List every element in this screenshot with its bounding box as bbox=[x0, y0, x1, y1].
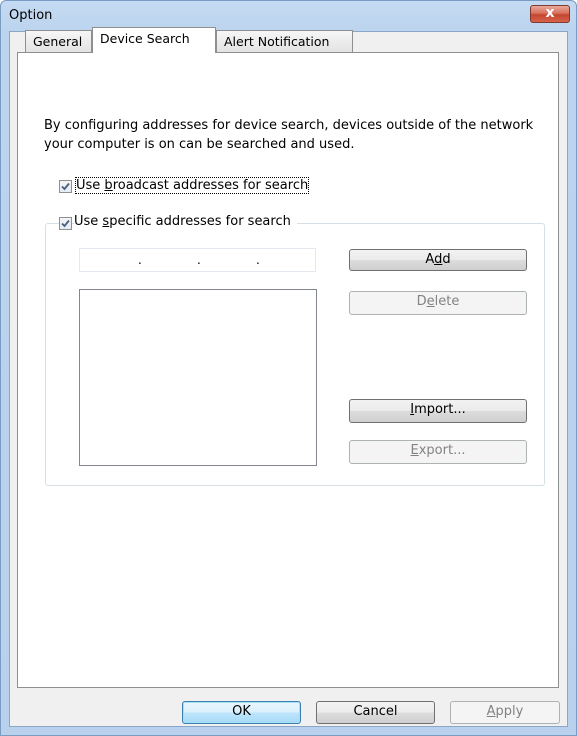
window-title: Option bbox=[9, 8, 53, 23]
close-icon: x bbox=[545, 5, 555, 21]
ip-address-input[interactable]: . . . bbox=[79, 248, 316, 272]
ok-button[interactable]: OK bbox=[182, 701, 301, 724]
tab-device-search-label: Device Search bbox=[100, 31, 190, 46]
specific-checkbox[interactable] bbox=[59, 217, 72, 230]
add-button[interactable]: Add bbox=[349, 249, 527, 271]
cancel-button[interactable]: Cancel bbox=[316, 701, 435, 724]
checkmark-icon bbox=[61, 182, 70, 191]
broadcast-checkbox-label[interactable]: Use broadcast addresses for search bbox=[74, 177, 310, 194]
close-button[interactable]: x bbox=[530, 5, 570, 23]
delete-button[interactable]: Delete bbox=[349, 291, 527, 315]
tab-general[interactable]: General bbox=[25, 30, 92, 52]
broadcast-checkbox[interactable] bbox=[59, 180, 72, 193]
address-list[interactable] bbox=[79, 289, 317, 466]
checkmark-icon bbox=[61, 219, 70, 228]
ip-separator: . bbox=[197, 253, 201, 267]
export-button[interactable]: Export... bbox=[349, 440, 527, 464]
import-button[interactable]: Import... bbox=[349, 399, 527, 423]
tab-general-label: General bbox=[33, 34, 83, 49]
ip-separator: . bbox=[256, 253, 260, 267]
tab-alert-notification-label: Alert Notification bbox=[224, 34, 330, 49]
apply-button[interactable]: Apply bbox=[450, 701, 560, 724]
description-text: By configuring addresses for device sear… bbox=[44, 118, 534, 152]
specific-checkbox-label[interactable]: Use specific addresses for search bbox=[74, 214, 297, 229]
tab-alert-notification[interactable]: Alert Notification bbox=[216, 30, 353, 52]
ip-separator: . bbox=[138, 253, 142, 267]
title-bar[interactable]: Option x bbox=[1, 1, 576, 31]
device-search-panel: By configuring addresses for device sear… bbox=[17, 52, 559, 688]
tab-device-search[interactable]: Device Search bbox=[92, 27, 216, 53]
